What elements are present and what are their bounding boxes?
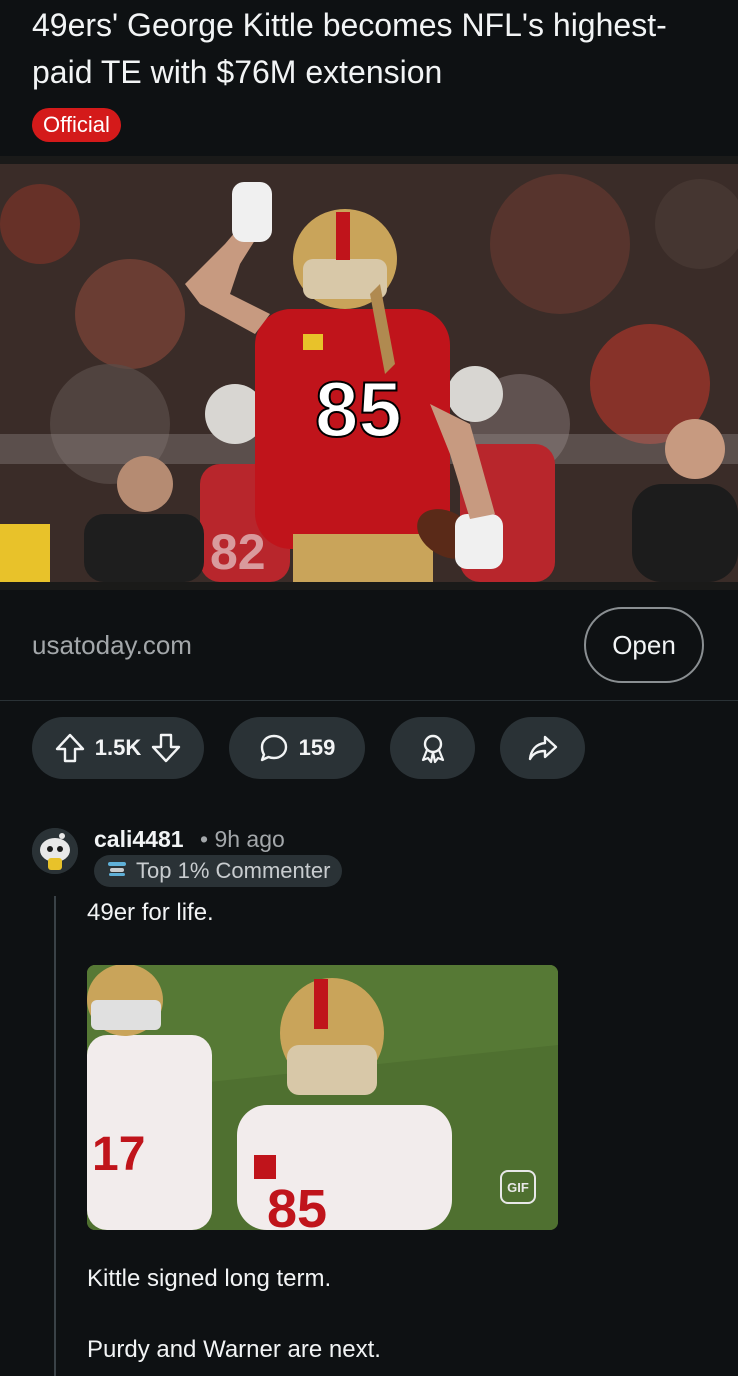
- link-source-domain[interactable]: usatoday.com: [32, 626, 192, 664]
- hero-jersey-number: 85: [315, 365, 402, 453]
- comment-gif[interactable]: 17 85 GIF: [87, 965, 558, 1230]
- open-link-button[interactable]: Open: [584, 607, 704, 683]
- vote-count: 1.5K: [94, 735, 142, 760]
- comment-text-line-3: Purdy and Warner are next.: [87, 1336, 381, 1363]
- post-image[interactable]: 82 85: [0, 164, 738, 582]
- comment-text-line-1: 49er for life.: [87, 899, 214, 926]
- gif-jersey-left: 17: [92, 1128, 145, 1181]
- divider: [0, 700, 738, 701]
- comment-username[interactable]: cali4481: [94, 823, 184, 855]
- image-top-border: [0, 156, 738, 164]
- gif-jersey-center: 85: [267, 1179, 327, 1230]
- gif-label: GIF: [500, 1170, 536, 1204]
- upvote-arrow-icon[interactable]: [55, 732, 85, 764]
- comment-bubble-icon: [259, 733, 289, 763]
- comment-text-line-2: Kittle signed long term.: [87, 1265, 332, 1292]
- comment-count: 159: [298, 735, 336, 760]
- vote-bar: 1.5K: [32, 717, 204, 779]
- comment-timestamp: • 9h ago: [200, 826, 285, 852]
- share-arrow-icon: [527, 733, 559, 763]
- commenter-badge-icon: [106, 858, 128, 884]
- award-button[interactable]: [390, 717, 475, 779]
- post-title: 49ers' George Kittle becomes NFL's highe…: [32, 7, 667, 90]
- post-image-illustration: 82 85: [0, 164, 738, 582]
- svg-text:82: 82: [210, 524, 266, 580]
- thread-line[interactable]: [54, 896, 56, 1376]
- downvote-arrow-icon[interactable]: [151, 732, 181, 764]
- share-button[interactable]: [500, 717, 585, 779]
- comments-button[interactable]: 159: [229, 717, 365, 779]
- avatar[interactable]: [32, 828, 78, 874]
- badge-label: Top 1% Commenter: [136, 858, 331, 883]
- award-icon: [418, 732, 448, 764]
- top-commenter-badge[interactable]: Top 1% Commenter: [94, 855, 343, 887]
- post-flair-official[interactable]: Official: [32, 108, 121, 142]
- image-bottom-border: [0, 582, 738, 590]
- gif-illustration: 17 85: [87, 965, 558, 1230]
